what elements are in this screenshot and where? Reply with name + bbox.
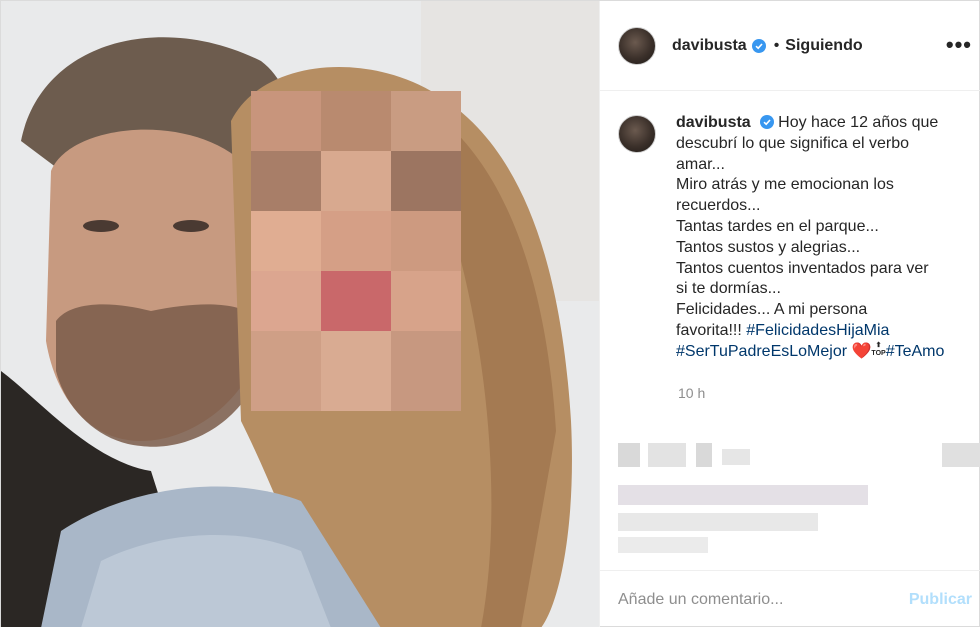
caption-line-10: Felicidades... A mi persona <box>676 301 868 319</box>
more-horizontal-icon[interactable]: ••• <box>946 34 972 56</box>
caption-line-3: amar... <box>676 155 725 173</box>
photo-illustration <box>1 1 599 627</box>
post-photo[interactable] <box>1 1 599 627</box>
separator-dot: • <box>773 36 780 54</box>
instagram-post: davibusta • Siguiendo ••• davibusta Hoy … <box>0 0 980 627</box>
hashtag-link[interactable]: #TeAmo <box>886 343 945 360</box>
caption-line-6: Tantas tardes en el parque... <box>676 217 879 235</box>
caption-line-5: recuerdos... <box>676 197 761 215</box>
comment-bar: Publicar <box>600 570 980 627</box>
following-button[interactable]: Siguiendo <box>785 37 862 55</box>
top-arrow-icon: ⬆ TOP <box>871 341 886 357</box>
verified-badge-icon <box>759 115 774 129</box>
blurred-comments <box>618 429 980 579</box>
verified-badge-icon <box>751 38 766 53</box>
caption-avatar[interactable] <box>618 115 656 153</box>
hashtag-link[interactable]: #FelicidadesHijaMia <box>746 322 889 339</box>
publish-button[interactable]: Publicar <box>909 591 972 609</box>
post-side-panel: davibusta • Siguiendo ••• davibusta Hoy … <box>599 1 980 627</box>
avatar[interactable] <box>618 26 656 65</box>
caption-line-9: si te dormías... <box>676 280 781 298</box>
caption-text: davibusta Hoy hace 12 años que descubrí … <box>676 113 944 363</box>
header-username[interactable]: davibusta <box>672 37 747 55</box>
post-caption: davibusta Hoy hace 12 años que descubrí … <box>618 113 974 363</box>
caption-line-1: Hoy hace 12 años que <box>778 114 939 131</box>
heart-icon: ❤️ <box>851 342 872 360</box>
post-timestamp[interactable]: 10 h <box>678 385 705 401</box>
caption-line-2: descubrí lo que significa el verbo <box>676 134 910 152</box>
caption-line-7: Tantos sustos y alegrias... <box>676 238 861 256</box>
comment-input[interactable] <box>618 590 909 609</box>
post-header: davibusta • Siguiendo ••• <box>600 1 980 91</box>
hashtag-link[interactable]: #SerTuPadreEsLoMejor <box>676 343 847 360</box>
caption-line-4: Miro atrás y me emocionan los <box>676 176 894 194</box>
pixelated-face <box>251 91 461 411</box>
caption-line-11: favorita!!! <box>676 321 742 339</box>
caption-username[interactable]: davibusta <box>676 114 751 131</box>
caption-line-8: Tantos cuentos inventados para ver <box>676 259 929 277</box>
